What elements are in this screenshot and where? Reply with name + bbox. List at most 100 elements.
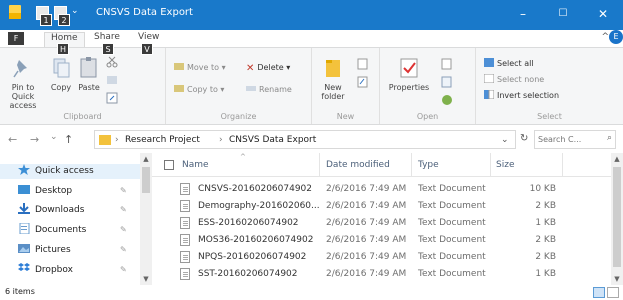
file-row[interactable]: Demography-201602060... 2/6/2016 7:49 AM…	[152, 198, 611, 214]
breadcrumb-sep-1: ›	[115, 135, 119, 145]
rename-icon	[246, 86, 256, 91]
select-none-button[interactable]: Select none	[484, 74, 544, 86]
column-header-name[interactable]: Name	[182, 160, 209, 170]
column-separator[interactable]	[562, 153, 563, 177]
column-separator[interactable]	[411, 153, 412, 177]
breadcrumb-cnsvs-data-export[interactable]: CNSVS Data Export	[229, 135, 316, 145]
dropbox-icon	[18, 263, 30, 271]
nav-item-desktop[interactable]: Desktop	[18, 184, 72, 199]
select-group-label: Select	[537, 112, 562, 121]
invert-selection-button[interactable]: Invert selection	[484, 90, 559, 102]
search-input[interactable]	[538, 133, 600, 146]
column-header-size[interactable]: Size	[496, 160, 514, 170]
file-row[interactable]: CNSVS-20160206074902 2/6/2016 7:49 AM Te…	[152, 181, 611, 197]
nav-scrollbar[interactable]: ▲ ▼	[140, 153, 152, 285]
paste-button[interactable]: Paste	[76, 56, 102, 92]
copy-path-icon[interactable]	[106, 74, 118, 86]
column-separator[interactable]	[490, 153, 491, 177]
address-dropdown-button[interactable]: ⌄	[501, 135, 509, 145]
select-all-button[interactable]: Select all	[484, 58, 534, 70]
scroll-up-arrow[interactable]: ▲	[611, 155, 623, 163]
properties-label: Properties	[388, 83, 430, 92]
clipboard-group-label: Clipboard	[63, 112, 102, 121]
cut-icon[interactable]	[106, 56, 118, 68]
tab-file[interactable]: F	[8, 32, 24, 45]
easy-access-icon[interactable]	[356, 76, 370, 88]
list-scroll-thumb[interactable]	[613, 167, 621, 267]
qat-keytip-1: 1	[40, 14, 52, 26]
title-bar[interactable]: 1 2 ⌄ CNSVS Data Export – ☐ ✕	[0, 0, 623, 30]
details-view-button[interactable]	[593, 287, 605, 298]
nav-label: Quick access	[35, 166, 94, 176]
file-list: ^ Name Date modified Type Size CNSVS-201…	[152, 153, 623, 285]
copy-to-button[interactable]: Copy to ▾	[174, 84, 224, 96]
file-size: 2 KB	[535, 252, 556, 262]
up-button[interactable]: ↑	[64, 133, 73, 146]
address-folder-icon	[99, 135, 111, 145]
nav-label: Pictures	[35, 245, 71, 255]
file-type: Text Document	[418, 184, 486, 194]
help-icon[interactable]: E	[609, 30, 623, 44]
file-type: Text Document	[418, 218, 486, 228]
column-separator[interactable]	[319, 153, 320, 177]
scroll-down-arrow[interactable]: ▼	[611, 275, 623, 283]
nav-scroll-thumb[interactable]	[142, 167, 150, 193]
text-document-icon	[180, 268, 190, 280]
nav-item-documents[interactable]: Documents	[18, 223, 86, 238]
forward-button[interactable]: →	[30, 133, 39, 146]
list-scrollbar[interactable]: ▲ ▼	[611, 153, 623, 285]
address-bar[interactable]: › Research Project › CNSVS Data Export ⌄	[94, 130, 516, 149]
nav-item-quick-access[interactable]: Quick access	[0, 164, 140, 179]
rename-button[interactable]: Rename	[246, 84, 292, 96]
collapse-ribbon-button[interactable]: ^	[601, 32, 609, 42]
new-item-icon[interactable]	[356, 58, 370, 70]
column-header-date[interactable]: Date modified	[326, 160, 390, 170]
scroll-up-arrow[interactable]: ▲	[140, 155, 152, 163]
tab-view[interactable]: View	[138, 32, 159, 42]
maximize-button[interactable]: ☐	[543, 4, 583, 24]
large-icons-view-button[interactable]	[607, 287, 619, 298]
select-all-icon	[484, 58, 494, 67]
organize-group-label: Organize	[220, 112, 257, 121]
new-folder-button[interactable]: New folder	[318, 56, 348, 101]
delete-button[interactable]: ✕ Delete ▾	[246, 62, 290, 74]
new-folder-label: New folder	[321, 83, 345, 101]
search-box[interactable]: ⌕	[534, 130, 616, 149]
tab-share[interactable]: Share	[94, 32, 120, 42]
open-icon[interactable]	[440, 58, 454, 70]
qat-customize-icon[interactable]: ⌄	[71, 6, 79, 16]
select-group: Select all Select none Invert selection …	[476, 48, 623, 124]
edit-icon[interactable]	[440, 76, 454, 88]
desktop-icon	[18, 185, 30, 194]
properties-button[interactable]: Properties	[384, 56, 434, 92]
column-header-type[interactable]: Type	[418, 160, 439, 170]
nav-item-downloads[interactable]: Downloads	[18, 203, 84, 218]
window-title: CNSVS Data Export	[96, 7, 193, 18]
file-row[interactable]: MOS36-20160206074902 2/6/2016 7:49 AM Te…	[152, 232, 611, 248]
file-row[interactable]: SST-20160206074902 2/6/2016 7:49 AM Text…	[152, 266, 611, 282]
paste-label: Paste	[78, 83, 100, 92]
file-row[interactable]: NPQS-20160206074902 2/6/2016 7:49 AM Tex…	[152, 249, 611, 265]
text-document-icon	[180, 217, 190, 229]
paste-shortcut-icon[interactable]	[106, 92, 118, 104]
breadcrumb-research-project[interactable]: Research Project	[125, 135, 200, 145]
move-to-button[interactable]: Move to ▾	[174, 62, 226, 74]
column-headers: ^ Name Date modified Type Size	[152, 153, 611, 177]
nav-item-pictures[interactable]: Pictures	[18, 243, 71, 258]
copy-button[interactable]: Copy	[48, 56, 74, 92]
refresh-button[interactable]: ↻	[520, 133, 528, 144]
select-all-checkbox[interactable]	[164, 160, 174, 170]
recent-locations-button[interactable]: ⌄	[50, 132, 58, 142]
minimize-button[interactable]: –	[503, 4, 543, 24]
history-icon[interactable]	[440, 94, 454, 106]
file-row[interactable]: ESS-20160206074902 2/6/2016 7:49 AM Text…	[152, 215, 611, 231]
scroll-down-arrow[interactable]: ▼	[140, 275, 152, 283]
nav-item-dropbox[interactable]: Dropbox	[18, 263, 73, 278]
delete-label: Delete ▾	[257, 63, 291, 72]
delete-icon: ✕	[246, 63, 255, 74]
pin-quick-access-button[interactable]: Pin to Quick access	[2, 56, 44, 110]
file-date: 2/6/2016 7:49 AM	[326, 201, 407, 211]
back-button[interactable]: ←	[8, 133, 17, 146]
file-size: 1 KB	[535, 269, 556, 279]
close-button[interactable]: ✕	[583, 4, 623, 24]
